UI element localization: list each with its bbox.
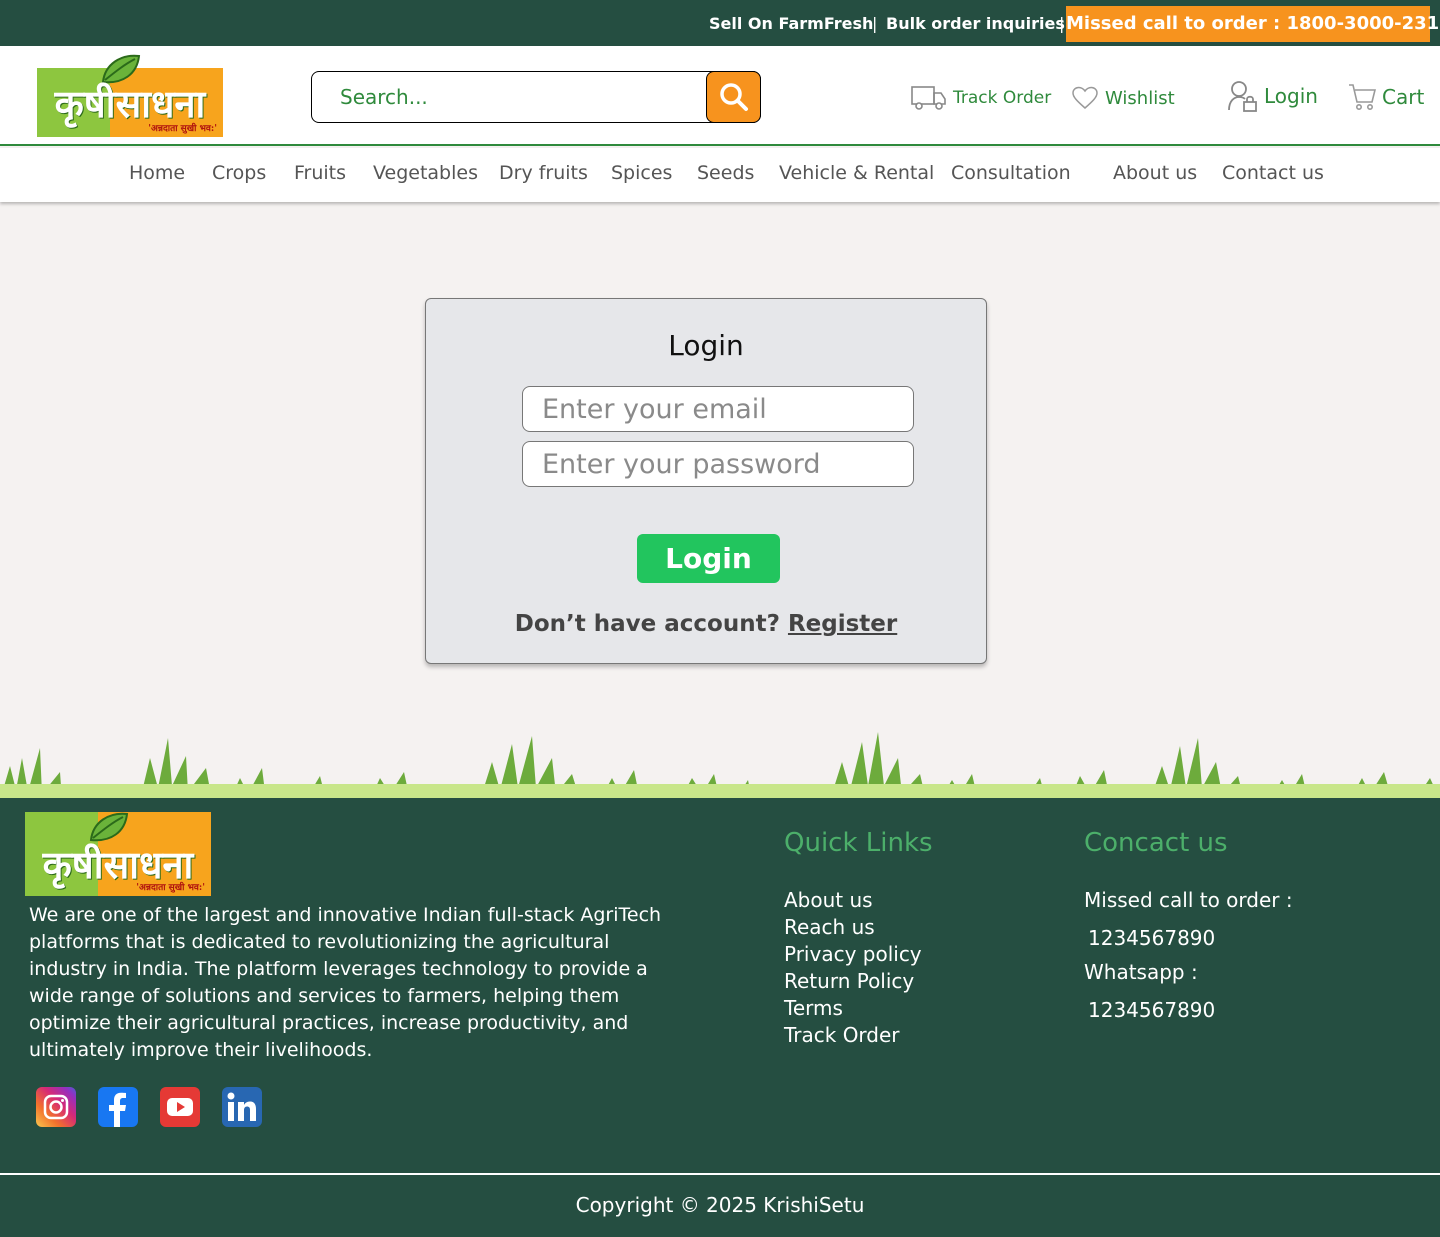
nav-vehicle-rental[interactable]: Vehicle & Rental: [779, 162, 934, 184]
track-order-link[interactable]: Track Order: [911, 84, 1051, 112]
main-nav: Home Crops Fruits Vegetables Dry fruits …: [0, 148, 1440, 202]
login-title: Login: [668, 329, 744, 362]
nav-consultation[interactable]: Consultation: [951, 162, 1071, 184]
nav-vegetables[interactable]: Vegetables: [373, 162, 478, 184]
footer: कृषीसाधना 'अन्नदाता सुखी भव:' We are one…: [0, 798, 1440, 1237]
search-icon: [719, 83, 748, 111]
register-link[interactable]: Register: [788, 611, 897, 637]
linkedin-icon[interactable]: [222, 1087, 262, 1127]
cart-link[interactable]: Cart: [1348, 82, 1424, 112]
login-label: Login: [1264, 84, 1318, 108]
footer-logo[interactable]: कृषीसाधना 'अन्नदाता सुखी भव:': [25, 812, 211, 896]
user-lock-icon: [1228, 81, 1257, 112]
topbar-separator: |: [872, 14, 878, 33]
logo-tagline: 'अन्नदाता सुखी भव:': [136, 883, 205, 893]
cart-icon: [1349, 84, 1376, 110]
copyright-text: Copyright © 2025 KrishiSetu: [575, 1193, 865, 1217]
password-field[interactable]: [522, 441, 914, 487]
nav-home[interactable]: Home: [129, 162, 185, 184]
grass-decoration: [0, 732, 1440, 800]
cart-label: Cart: [1382, 85, 1425, 109]
bulk-order-link[interactable]: Bulk order inquiries: [886, 14, 1065, 33]
instagram-icon[interactable]: [36, 1087, 76, 1127]
footer-link-terms[interactable]: Terms: [784, 996, 843, 1020]
footer-link-about-us[interactable]: About us: [784, 888, 873, 912]
site-logo[interactable]: कृषीसाधना 'अन्नदाता सुखी भव:': [37, 54, 223, 137]
footer-link-privacy-policy[interactable]: Privacy policy: [784, 942, 922, 966]
missed-call-number[interactable]: 1234567890: [1088, 926, 1215, 950]
track-order-label: Track Order: [953, 88, 1052, 108]
whatsapp-number[interactable]: 1234567890: [1088, 998, 1215, 1022]
whatsapp-label: Whatsapp :: [1084, 960, 1198, 984]
login-button[interactable]: Login: [637, 534, 780, 583]
email-field[interactable]: [522, 386, 914, 432]
nav-fruits[interactable]: Fruits: [294, 162, 346, 184]
no-account-text: Don’t have account?: [514, 611, 780, 637]
youtube-icon[interactable]: [160, 1087, 200, 1127]
quick-links-list: About us Reach us Privacy policy Return …: [784, 887, 922, 1049]
contact-title: Concact us: [1084, 828, 1228, 858]
login-card: Login Login Don’t have account? Register: [425, 298, 987, 664]
logo-tagline: 'अन्नदाता सुखी भव:': [148, 124, 217, 134]
nav-crops[interactable]: Crops: [212, 162, 266, 184]
missed-call-banner[interactable]: Missed call to order : 1800-3000-23123: [1066, 6, 1440, 42]
nav-dry-fruits[interactable]: Dry fruits: [499, 162, 588, 184]
wishlist-label: Wishlist: [1105, 87, 1175, 109]
search-bar: [311, 71, 761, 123]
facebook-icon[interactable]: [98, 1087, 138, 1127]
footer-about-text: We are one of the largest and innovative…: [29, 904, 662, 1061]
register-prompt: Don’t have account? Register: [426, 611, 986, 637]
sell-on-farmfresh-link[interactable]: Sell On FarmFresh: [709, 14, 873, 33]
topbar-separator: |: [1059, 14, 1065, 33]
footer-divider: [0, 1173, 1440, 1175]
footer-link-track-order[interactable]: Track Order: [784, 1023, 900, 1047]
footer-link-reach-us[interactable]: Reach us: [784, 915, 875, 939]
nav-about-us[interactable]: About us: [1113, 162, 1197, 184]
search-button[interactable]: [706, 71, 761, 123]
nav-seeds[interactable]: Seeds: [697, 162, 754, 184]
missed-call-label: Missed call to order :: [1084, 888, 1293, 912]
footer-link-return-policy[interactable]: Return Policy: [784, 969, 914, 993]
top-bar: Sell On FarmFresh | Bulk order inquiries…: [0, 0, 1440, 46]
login-link[interactable]: Login: [1228, 80, 1318, 112]
nav-spices[interactable]: Spices: [611, 162, 672, 184]
nav-contact-us[interactable]: Contact us: [1222, 162, 1324, 184]
heart-icon: [1072, 86, 1098, 109]
wishlist-link[interactable]: Wishlist: [1071, 86, 1175, 110]
truck-icon: [911, 86, 946, 110]
search-input[interactable]: [340, 82, 700, 112]
quick-links-title: Quick Links: [784, 828, 933, 858]
header: कृषीसाधना 'अन्नदाता सुखी भव:' Track Orde…: [0, 46, 1440, 146]
